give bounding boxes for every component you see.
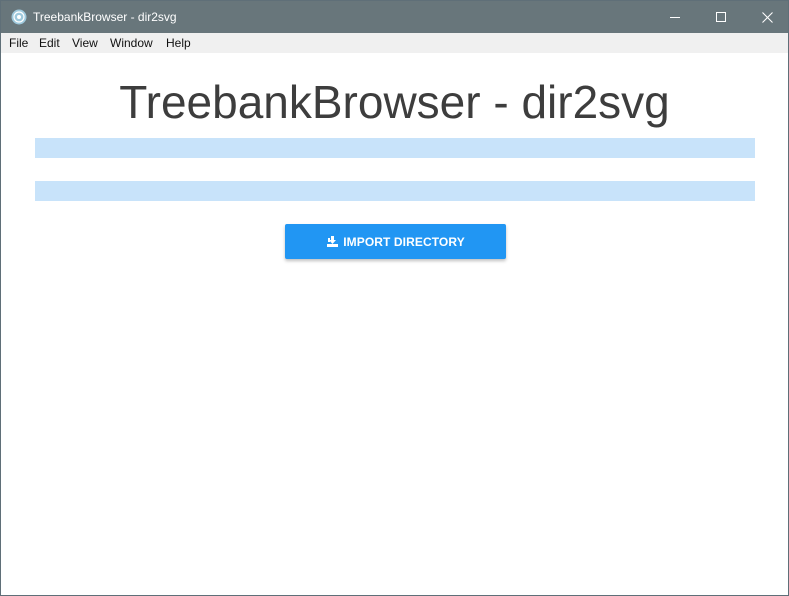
import-directory-label: IMPORT DIRECTORY [343, 234, 465, 249]
title-bar[interactable]: TreebankBrowser - dir2svg [1, 1, 788, 33]
menu-edit[interactable]: Edit [39, 33, 60, 53]
import-icon [326, 235, 339, 248]
app-window: TreebankBrowser - dir2svg File Edit View… [0, 0, 789, 596]
menu-help[interactable]: Help [166, 33, 191, 53]
minimize-button[interactable] [652, 1, 698, 33]
close-button[interactable] [744, 1, 788, 33]
main-content: TreebankBrowser - dir2svg IMPORT DIRECTO… [1, 53, 788, 595]
menu-window[interactable]: Window [110, 33, 153, 53]
app-logo-icon [11, 9, 27, 25]
window-title: TreebankBrowser - dir2svg [33, 10, 177, 24]
minimize-icon [670, 17, 680, 18]
highlight-bar-1 [35, 138, 755, 158]
menu-bar: File Edit View Window Help [1, 33, 788, 53]
maximize-icon [716, 12, 726, 22]
close-icon [761, 11, 773, 23]
page-title: TreebankBrowser - dir2svg [119, 76, 670, 128]
menu-view[interactable]: View [72, 33, 98, 53]
menu-file[interactable]: File [9, 33, 28, 53]
import-directory-button[interactable]: IMPORT DIRECTORY [285, 224, 506, 259]
maximize-button[interactable] [698, 1, 744, 33]
highlight-bar-2 [35, 181, 755, 201]
